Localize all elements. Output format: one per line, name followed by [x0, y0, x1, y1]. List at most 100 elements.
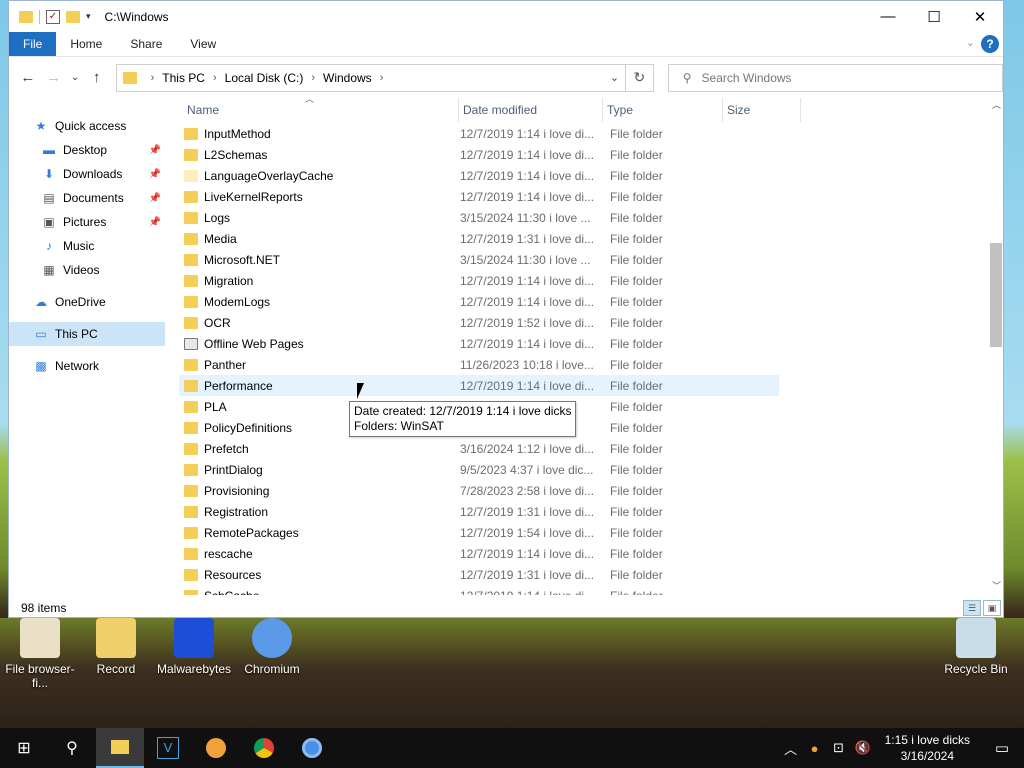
- chromium-icon: [302, 738, 322, 758]
- pin-icon: 📌: [148, 144, 161, 156]
- tab-share[interactable]: Share: [116, 32, 176, 56]
- cloud-icon: ☁: [35, 295, 47, 309]
- new-folder-icon[interactable]: [66, 10, 80, 23]
- back-button[interactable]: ←: [15, 69, 41, 86]
- taskbar-app-v[interactable]: V: [144, 728, 192, 768]
- scrollbar-thumb[interactable]: [990, 243, 1002, 347]
- table-row[interactable]: Prefetch 3/16/2024 1:12 i love di... File …: [179, 438, 779, 459]
- table-row[interactable]: LiveKernelReports 12/7/2019 1:14 i love d…: [179, 186, 779, 207]
- tab-home[interactable]: Home: [56, 32, 116, 56]
- refresh-button[interactable]: ↻: [626, 63, 654, 92]
- column-header-date-modified[interactable]: Date modified: [459, 98, 603, 122]
- details-view-button[interactable]: ☰: [963, 600, 981, 616]
- table-row[interactable]: Offline Web Pages 12/7/2019 1:14 i love d…: [179, 333, 779, 354]
- clock[interactable]: 1:15 i love dicks 3/16/2024: [875, 732, 980, 764]
- sidebar-item-documents[interactable]: ▤ Documents 📌: [9, 186, 165, 210]
- table-row[interactable]: Migration 12/7/2019 1:14 i love di... File…: [179, 270, 779, 291]
- chevron-up-icon[interactable]: ︿: [779, 739, 803, 758]
- tab-file[interactable]: File: [9, 32, 57, 56]
- table-row[interactable]: PrintDialog 9/5/2023 4:37 i love dic... Fi…: [179, 459, 779, 480]
- chevron-down-icon[interactable]: ⌄: [966, 36, 975, 49]
- tab-view[interactable]: View: [176, 32, 230, 56]
- network-icon[interactable]: ⊡: [827, 740, 851, 756]
- table-row[interactable]: L2Schemas 12/7/2019 1:14 i love di... File…: [179, 144, 779, 165]
- pin-icon: 📌: [148, 216, 161, 228]
- taskbar-brave[interactable]: [192, 728, 240, 768]
- sidebar-item-desktop[interactable]: ▬ Desktop 📌: [9, 138, 165, 162]
- sidebar-item-network[interactable]: ▩ Network: [9, 354, 165, 378]
- sidebar-item-downloads[interactable]: ⬇ Downloads 📌: [9, 162, 165, 186]
- scroll-up-icon[interactable]: ︿: [988, 98, 1005, 115]
- vertical-scrollbar[interactable]: ︿ ﹀: [988, 98, 1005, 596]
- status-bar: 98 items ☰ ▣: [9, 598, 1005, 618]
- file-date-modified: 12/7/2019 1:14 i love di...: [460, 273, 595, 288]
- sidebar-item-music[interactable]: ♪ Music: [9, 234, 165, 258]
- column-header-name[interactable]: Name: [183, 98, 459, 122]
- table-row[interactable]: ModemLogs 12/7/2019 1:14 i love di... File…: [179, 291, 779, 312]
- desktop-icon-recycle-bin[interactable]: Recycle Bin: [936, 618, 1016, 676]
- desktop-icon-malwarebytes[interactable]: Malwarebytes: [154, 618, 234, 676]
- up-button[interactable]: ↑: [84, 69, 110, 86]
- sidebar-item-onedrive[interactable]: ☁ OneDrive: [9, 290, 165, 314]
- breadcrumb-local-disk[interactable]: Local Disk (C:): [225, 71, 304, 85]
- search-input[interactable]: ⚲ Search Windows: [667, 63, 1004, 92]
- help-icon[interactable]: ?: [981, 35, 999, 53]
- file-type: File folder: [610, 441, 663, 456]
- large-icons-view-button[interactable]: ▣: [983, 600, 1001, 616]
- document-icon: ▤: [43, 191, 55, 205]
- customize-toolbar-icon[interactable]: ▾: [86, 11, 91, 22]
- file-name: L2Schemas: [204, 147, 268, 162]
- table-row[interactable]: RemotePackages 12/7/2019 1:54 i love di..…: [179, 522, 779, 543]
- scroll-down-icon[interactable]: ﹀: [988, 579, 1005, 596]
- recycle-bin-icon: [956, 618, 996, 658]
- search-button[interactable]: ⚲: [48, 728, 96, 768]
- file-type: File folder: [604, 589, 663, 596]
- table-row[interactable]: Panther 11/26/2023 10:18 i love... File fo…: [179, 354, 779, 375]
- close-button[interactable]: ✕: [957, 1, 1003, 32]
- minimize-button[interactable]: —: [865, 1, 911, 32]
- table-row[interactable]: Resources 12/7/2019 1:31 i love di... File…: [179, 564, 779, 585]
- file-date-modified: 12/7/2019 1:14 i love di...: [460, 378, 595, 393]
- table-row[interactable]: rescache 12/7/2019 1:14 i love di... File …: [179, 543, 779, 564]
- table-row[interactable]: SchCache12/7/2019 1:14 i love di...File …: [179, 585, 779, 595]
- breadcrumb-this-pc[interactable]: This PC: [162, 71, 205, 85]
- taskbar-chromium[interactable]: [288, 728, 336, 768]
- table-row[interactable]: Microsoft.NET 3/15/2024 11:30 i love ... F…: [179, 249, 779, 270]
- desktop-icon-chromium[interactable]: Chromium: [232, 618, 312, 676]
- sidebar-item-videos[interactable]: ▦ Videos: [9, 258, 165, 282]
- taskbar-file-explorer[interactable]: [96, 728, 144, 768]
- taskbar-chrome[interactable]: [240, 728, 288, 768]
- start-button[interactable]: ⊞: [0, 728, 48, 768]
- file-type: File folder: [610, 336, 663, 351]
- sidebar-item-this-pc[interactable]: ▭ This PC: [9, 322, 165, 346]
- table-row[interactable]: LanguageOverlayCache 12/7/2019 1:14 i lov…: [179, 165, 779, 186]
- file-type: File folder: [610, 210, 663, 225]
- table-row[interactable]: Provisioning 7/28/2023 2:58 i love di... F…: [179, 480, 779, 501]
- desktop-icon-file-browser[interactable]: File browser-fi...: [0, 618, 80, 690]
- table-row[interactable]: InputMethod 12/7/2019 1:14 i love di... Fi…: [179, 123, 779, 144]
- maximize-button[interactable]: ☐: [911, 1, 957, 32]
- pin-icon: 📌: [148, 192, 161, 204]
- folder-icon: [184, 358, 198, 371]
- app-tray-icon[interactable]: ●: [803, 741, 827, 756]
- sidebar-item-pictures[interactable]: ▣ Pictures 📌: [9, 210, 165, 234]
- address-bar[interactable]: › This PC › Local Disk (C:) › Windows › …: [115, 63, 627, 92]
- folder-icon: [184, 253, 198, 266]
- breadcrumb-windows[interactable]: Windows: [323, 71, 372, 85]
- table-row[interactable]: OCR 12/7/2019 1:52 i love di... File folde…: [179, 312, 779, 333]
- table-row[interactable]: Performance 12/7/2019 1:14 i love di... Fi…: [179, 375, 779, 396]
- properties-icon[interactable]: ✓: [46, 9, 60, 24]
- table-row[interactable]: Registration 12/7/2019 1:31 i love di... F…: [179, 501, 779, 522]
- volume-muted-icon[interactable]: 🔇: [851, 740, 875, 756]
- address-dropdown-icon[interactable]: ⌄: [610, 71, 619, 84]
- table-row[interactable]: Logs 3/15/2024 11:30 i love ... File folde…: [179, 207, 779, 228]
- sidebar-item-quick-access[interactable]: ★ Quick access: [9, 114, 165, 138]
- column-header-size[interactable]: Size: [723, 98, 801, 122]
- column-header-type[interactable]: Type: [603, 98, 723, 122]
- table-row[interactable]: Media 12/7/2019 1:31 i love di... File fol…: [179, 228, 779, 249]
- desktop-icon-record[interactable]: Record: [76, 618, 156, 676]
- notification-icon[interactable]: ▭: [980, 739, 1024, 757]
- folder-icon: [19, 10, 33, 23]
- forward-button[interactable]: →: [41, 69, 67, 86]
- recent-locations-icon[interactable]: ⌄: [66, 72, 84, 83]
